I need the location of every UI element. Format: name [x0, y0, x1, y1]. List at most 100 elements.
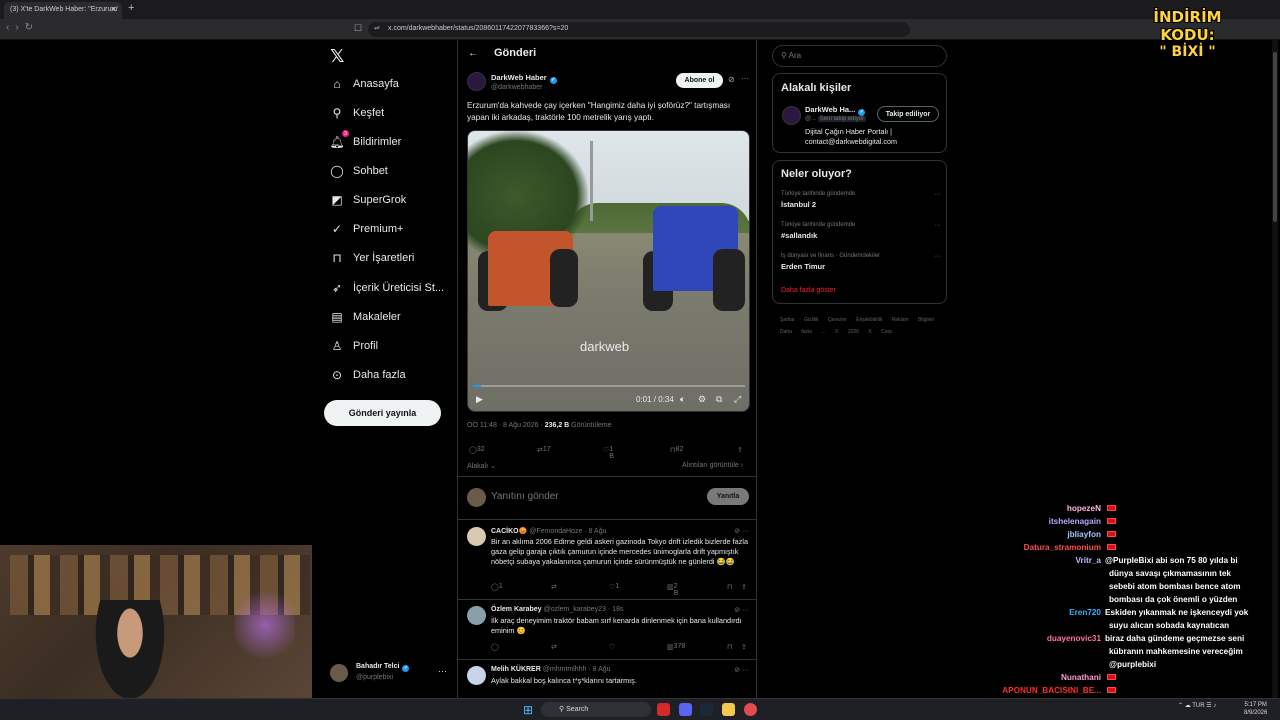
list-item[interactable]: CACİKO😡 @FemondaHoze · 8 Ağu ⊘ ··· Bir an… — [458, 521, 756, 600]
site-info-icon[interactable]: ⇌ — [374, 24, 380, 32]
back-arrow-icon[interactable]: ← — [468, 48, 478, 59]
reply-author[interactable]: Melih KÜKRER @mhmtmlhhh · 8 Ağu — [491, 666, 611, 673]
sort-related[interactable]: Alakalı ⌄ — [467, 462, 496, 470]
taskbar-search[interactable]: ⚲ Search — [541, 702, 651, 717]
share-icon[interactable]: ⇪ — [741, 643, 747, 651]
bookmark-icon[interactable]: ⊓ — [727, 583, 732, 591]
volume-icon[interactable]: 🔈︎ — [680, 394, 685, 405]
share-icon[interactable]: ⇪ — [737, 446, 743, 454]
sidebar-item-supergrok[interactable]: ◩ SuperGrok — [330, 189, 406, 211]
list-item[interactable]: Melih KÜKRER @mhmtmlhhh · 8 Ağu ⊘ ··· Ayl… — [458, 660, 756, 700]
x-logo-icon[interactable]: 𝕏 — [330, 46, 345, 67]
discord-icon[interactable] — [679, 703, 692, 716]
clock[interactable]: 5:17 PM 8/9/2026 — [1244, 701, 1267, 717]
flag-icon — [1107, 518, 1116, 524]
grok-icon[interactable]: ⊘ — [728, 75, 735, 84]
settings-icon[interactable]: ⚙ — [698, 394, 706, 405]
folder-icon[interactable] — [722, 703, 735, 716]
repost-action[interactable]: ⇄ — [551, 583, 557, 591]
sidebar-item-notifications[interactable]: 🔔︎ 3 Bildirimler — [329, 130, 402, 153]
bookmark-action[interactable]: ⊓ 82 — [670, 446, 683, 454]
system-tray[interactable]: ⌃ ☁ TUR ☰ ♪ — [1178, 702, 1216, 709]
chat-message: itshelenagain — [985, 515, 1275, 528]
more-icon[interactable]: ··· — [934, 222, 941, 229]
following-button[interactable]: Takip ediliyor — [877, 106, 939, 122]
author-name[interactable]: DarkWeb Haber ✓ — [491, 73, 557, 84]
windows-start-icon[interactable]: ⊞ — [523, 703, 533, 717]
close-tab-icon[interactable]: ✕ — [110, 5, 117, 14]
sidebar-item-more[interactable]: ⊙ Daha fazla — [330, 364, 406, 386]
repost-action[interactable]: ⇄ — [551, 643, 557, 651]
video-player[interactable]: darkweb ▶ 0:01 / 0:34 🔈︎ ⚙ ⧉ ⤢ — [467, 130, 750, 412]
sidebar-item-articles[interactable]: ▤ Makaleler — [330, 306, 400, 328]
views-action[interactable]: ▥ 378 — [667, 643, 685, 651]
like-action[interactable]: ♡ 1 — [609, 583, 619, 591]
subscribe-button[interactable]: Abone ol — [676, 73, 723, 88]
repost-action[interactable]: ⇄ 17 — [537, 446, 551, 454]
sidebar-item-label: Bildirimler — [353, 136, 402, 148]
reply-actions: ◯ 1 ⇄ ♡ 1 ▥ 2 B ⊓ ⇪ — [491, 583, 749, 597]
list-item[interactable]: Özlem Karabey @ozlem_karabey23 · 18s ⊘ ··… — [458, 600, 756, 660]
related-name[interactable]: DarkWeb Ha... ✓ — [805, 105, 866, 116]
fullscreen-icon[interactable]: ⤢ — [734, 394, 741, 405]
like-action[interactable]: ♡ 1 B — [603, 446, 614, 460]
bookmark-page-icon[interactable]: ☐ — [354, 23, 362, 34]
home-icon: ⌂ — [333, 77, 341, 91]
flag-icon — [1107, 531, 1116, 537]
chat-message: hopezeN — [985, 502, 1275, 515]
more-icon[interactable]: ··· — [741, 74, 749, 83]
play-icon[interactable]: ▶ — [476, 394, 483, 405]
avatar[interactable] — [467, 666, 486, 685]
reply-action[interactable]: ◯ 32 — [469, 446, 485, 454]
sidebar-item-creator-studio[interactable]: ➶ İçerik Üreticisi St... — [330, 277, 444, 299]
account-switcher[interactable]: Bahadır Telci ✓ @purplebixi ··· — [330, 662, 450, 688]
more-icon[interactable]: ··· — [934, 253, 941, 260]
sidebar-item-premium[interactable]: ✓ Premium+ — [330, 218, 403, 240]
trend-item[interactable]: Türkiye tarihinde gündemde #sallandık ··· — [781, 222, 941, 240]
share-icon[interactable]: ⇪ — [741, 583, 747, 591]
reply-author[interactable]: Özlem Karabey @ozlem_karabey23 · 18s — [491, 606, 623, 613]
avatar[interactable] — [467, 527, 486, 546]
views-action[interactable]: ▥ 2 B — [667, 583, 678, 597]
sidebar-item-home[interactable]: ⌂ Anasayfa — [330, 73, 399, 95]
reply-author[interactable]: CACİKO😡 @FemondaHoze · 8 Ağu — [491, 527, 606, 535]
reply-action[interactable]: ◯ 1 — [491, 583, 503, 591]
avatar[interactable] — [782, 106, 801, 125]
sidebar-item-explore[interactable]: ⚲ Keşfet — [330, 102, 385, 124]
url-field[interactable]: ⇌ x.com/darkwebhaber/status/208601174220… — [368, 22, 910, 37]
obs-icon[interactable] — [744, 703, 757, 716]
bookmark-icon[interactable]: ⊓ — [727, 643, 732, 651]
author-avatar[interactable] — [467, 72, 486, 91]
new-tab-icon[interactable]: + — [128, 2, 134, 14]
more-icon[interactable]: ··· — [438, 666, 447, 676]
trend-item[interactable]: Türkiye tarihinde gündemde İstanbul 2 ··· — [781, 191, 941, 209]
more-icon[interactable]: ··· — [934, 191, 941, 198]
reply-action[interactable]: ◯ — [491, 643, 499, 651]
reply-composer: Yanıtını gönder Yanıtla — [458, 476, 756, 520]
brave-icon[interactable] — [657, 703, 670, 716]
author-handle[interactable]: @darkwebhaber — [491, 84, 542, 91]
chat-message: suyu alıcan sobada kaynatıcan — [1109, 621, 1230, 630]
footer-links[interactable]: Şartlar Gizlilik Çerezler Erişilebilirli… — [780, 314, 950, 338]
show-more-link[interactable]: Daha fazla göster — [781, 287, 836, 294]
premium-icon: ✓ — [331, 222, 343, 236]
trend-item[interactable]: İş dünyası ve finans · Gündemdekiler Erde… — [781, 253, 941, 271]
view-quotes-link[interactable]: Alıntıları görüntüle › — [682, 462, 743, 469]
more-icon[interactable]: ⊘ ··· — [734, 666, 749, 674]
video-progress-bar[interactable] — [473, 385, 745, 387]
nav-buttons[interactable]: ‹›↻ — [6, 22, 39, 33]
steam-icon[interactable] — [700, 703, 713, 716]
reply-input[interactable]: Yanıtını gönder — [491, 491, 559, 502]
sidebar-item-bookmarks[interactable]: ⊓ Yer İşaretleri — [330, 247, 414, 269]
browser-tab[interactable]: (3) X'te DarkWeb Haber: "Erzurum' ✕ — [4, 2, 122, 19]
sidebar-item-profile[interactable]: ♙ Profil — [330, 335, 378, 357]
avatar[interactable] — [467, 606, 486, 625]
sidebar-item-chat[interactable]: ◯ Sohbet — [330, 160, 388, 182]
like-action[interactable]: ♡ — [609, 643, 615, 651]
post-button[interactable]: Gönderi yayınla — [324, 400, 441, 426]
pip-icon[interactable]: ⧉ — [716, 394, 722, 405]
reply-button[interactable]: Yanıtla — [707, 488, 749, 505]
search-input[interactable]: ⚲ Ara — [772, 45, 947, 67]
more-icon[interactable]: ⊘ ··· — [734, 527, 749, 535]
more-icon[interactable]: ⊘ ··· — [734, 606, 749, 614]
